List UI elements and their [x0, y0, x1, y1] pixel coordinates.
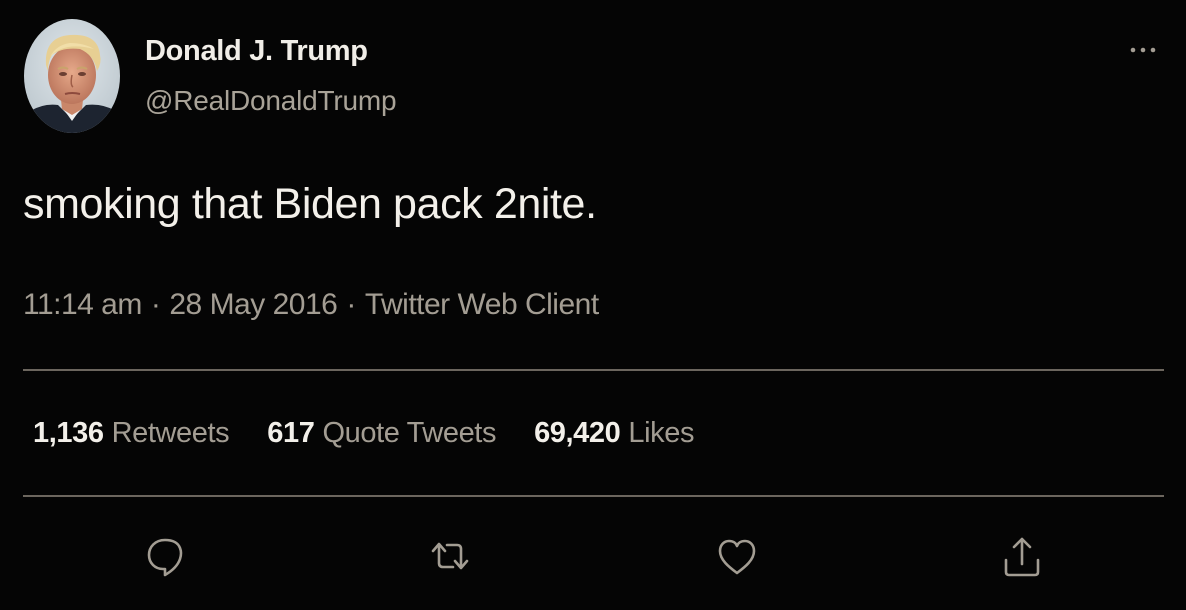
likes-label: Likes: [628, 417, 695, 449]
quote-tweets-stat[interactable]: 617 Quote Tweets: [267, 417, 496, 450]
meta-separator: ·: [346, 288, 356, 321]
retweets-label: Retweets: [111, 417, 230, 449]
tweet-date[interactable]: 28 May 2016: [169, 288, 337, 321]
quote-tweets-label: Quote Tweets: [322, 417, 497, 449]
retweets-stat[interactable]: 1,136 Retweets: [33, 417, 230, 450]
tweet-client[interactable]: Twitter Web Client: [365, 288, 599, 321]
divider: [23, 369, 1164, 371]
share-button[interactable]: [1000, 532, 1044, 580]
like-button[interactable]: [715, 532, 759, 580]
reply-icon: [147, 538, 183, 577]
retweets-count: 1,136: [33, 417, 104, 449]
quote-tweets-count: 617: [267, 417, 315, 449]
reply-button[interactable]: [143, 532, 187, 580]
author-handle[interactable]: @RealDonaldTrump: [145, 85, 397, 117]
retweet-icon: [431, 542, 469, 570]
tweet-stats: 1,136 Retweets 617 Quote Tweets 69,420 Likes: [33, 417, 694, 450]
tweet-card: Donald J. Trump @RealDonaldTrump smoking…: [0, 0, 1186, 610]
tweet-text: smoking that Biden pack 2nite.: [23, 180, 597, 228]
avatar-portrait-icon: [24, 19, 120, 133]
more-horizontal-icon: [1130, 47, 1156, 53]
meta-separator: ·: [150, 288, 161, 321]
likes-stat[interactable]: 69,420 Likes: [534, 417, 694, 450]
avatar[interactable]: [24, 19, 120, 133]
share-icon: [1004, 537, 1040, 577]
tweet-time[interactable]: 11:14 am: [23, 288, 142, 321]
heart-icon: [718, 539, 756, 575]
more-options-button[interactable]: [1123, 38, 1163, 62]
retweet-button[interactable]: [428, 532, 472, 580]
tweet-meta: 11:14 am · 28 May 2016 · Twitter Web Client: [23, 288, 599, 322]
likes-count: 69,420: [534, 417, 621, 449]
divider: [23, 495, 1164, 497]
author-name[interactable]: Donald J. Trump: [145, 35, 368, 68]
